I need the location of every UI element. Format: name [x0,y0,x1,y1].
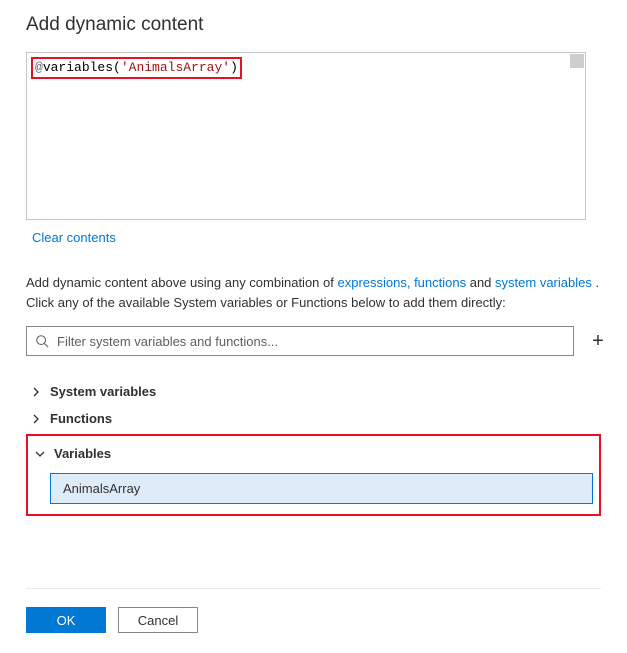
variable-item-animalsarray[interactable]: AnimalsArray [50,473,593,504]
chevron-right-icon [30,386,42,398]
ok-button[interactable]: OK [26,607,106,633]
section-label: Variables [54,446,111,461]
expr-token-fn: variables [43,60,113,75]
clear-contents-link[interactable]: Clear contents [32,230,116,245]
add-button[interactable]: + [588,331,608,351]
variables-highlight-box: Variables AnimalsArray [26,434,601,516]
cancel-button[interactable]: Cancel [118,607,198,633]
chevron-down-icon [34,448,46,460]
section-system-variables[interactable]: System variables [26,378,601,405]
expr-token-at: @ [35,60,43,75]
expr-token-close: ) [230,60,238,75]
expression-editor[interactable]: @variables('AnimalsArray') [26,52,586,220]
search-icon [35,334,49,348]
dialog-title: Add dynamic content [26,14,601,36]
section-label: Functions [50,411,112,426]
section-label: System variables [50,384,156,399]
expression-highlight: @variables('AnimalsArray') [31,57,242,79]
scrollbar-thumb[interactable] [570,54,584,68]
expr-token-open: ( [113,60,121,75]
hint-text: Add dynamic content above using any comb… [26,273,601,312]
link-system-variables[interactable]: system variables [495,275,592,290]
filter-input[interactable] [55,333,565,350]
section-functions[interactable]: Functions [26,405,601,432]
expr-token-arg: 'AnimalsArray' [121,60,230,75]
filter-input-wrapper[interactable] [26,326,574,356]
section-variables[interactable]: Variables [34,440,593,467]
link-expressions-functions[interactable]: expressions, functions [337,275,466,290]
chevron-right-icon [30,413,42,425]
